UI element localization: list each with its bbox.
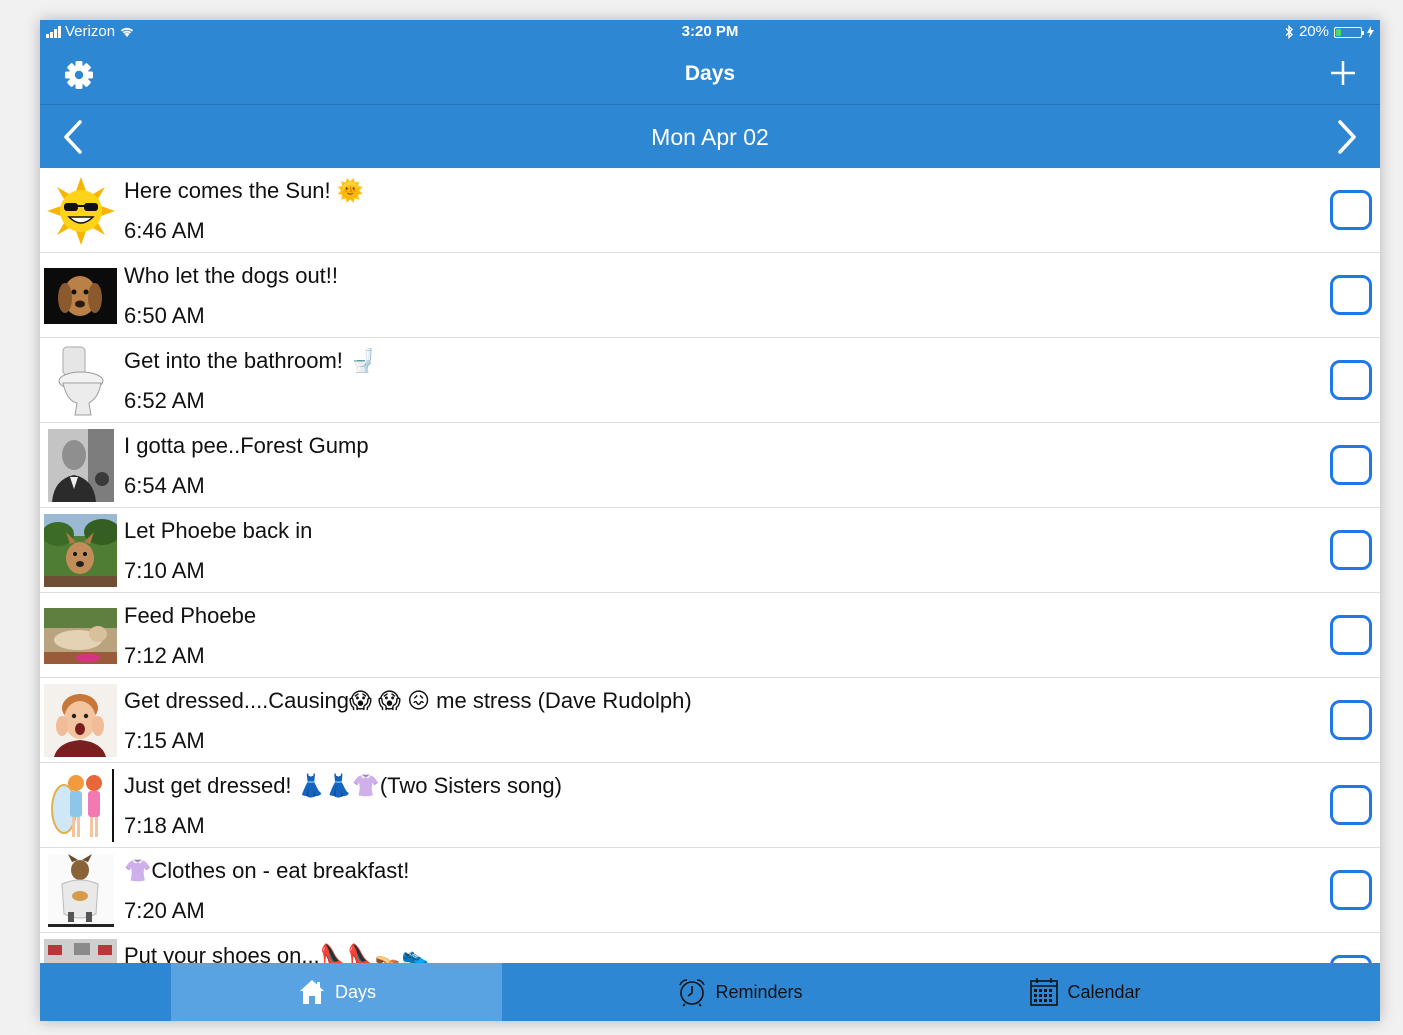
task-title: Get into the bathroom! 🚽 xyxy=(124,348,377,373)
status-bar: Verizon 3:20 PM 20% xyxy=(40,20,1380,44)
app-window: Verizon 3:20 PM 20% Days Mon Apr 02 Here… xyxy=(40,20,1380,1021)
task-title: I gotta pee..Forest Gump xyxy=(124,433,369,458)
list-item[interactable]: Get into the bathroom! 🚽 6:52 AM xyxy=(40,338,1380,423)
tab-days[interactable]: Days xyxy=(171,963,502,1021)
task-time: 7:20 AM xyxy=(124,898,205,923)
boy-photo xyxy=(44,684,117,757)
task-list[interactable]: Here comes the Sun! 🌞 6:46 AM Who let th… xyxy=(40,168,1380,963)
battery-percent: 20% xyxy=(1298,23,1329,40)
tab-label: Days xyxy=(334,981,376,1002)
list-item[interactable]: Just get dressed! 👗👗👚(Two Sisters song) … xyxy=(40,763,1380,848)
dog-photo xyxy=(44,259,117,332)
list-item[interactable]: Put your shoes on...👠👠👡👟 xyxy=(40,933,1380,963)
charging-icon xyxy=(1367,26,1374,38)
add-icon[interactable] xyxy=(1328,58,1358,88)
task-checkbox[interactable] xyxy=(1330,275,1372,315)
list-item[interactable]: Get dressed....Causing😱 😱 😖 me stress (D… xyxy=(40,678,1380,763)
task-title: Put your shoes on...👠👠👡👟 xyxy=(124,943,430,963)
toilet-icon xyxy=(44,344,117,417)
shoes-photo xyxy=(44,939,117,963)
list-item[interactable]: Who let the dogs out!! 6:50 AM xyxy=(40,253,1380,338)
task-time: 6:54 AM xyxy=(124,473,205,498)
list-item[interactable]: Here comes the Sun! 🌞 6:46 AM xyxy=(40,168,1380,253)
task-title: Who let the dogs out!! xyxy=(124,263,339,288)
dog-photo xyxy=(44,514,117,587)
task-title: 👚Clothes on - eat breakfast! xyxy=(124,858,410,883)
battery-icon xyxy=(1334,26,1364,38)
nav-bar: Days xyxy=(40,44,1380,105)
list-item[interactable]: Feed Phoebe 7:12 AM xyxy=(40,593,1380,678)
sisters-drawing xyxy=(44,769,117,842)
task-time: 7:12 AM xyxy=(124,643,205,668)
task-checkbox[interactable] xyxy=(1330,190,1372,230)
task-checkbox[interactable] xyxy=(1330,870,1372,910)
task-title: Just get dressed! 👗👗👚(Two Sisters song) xyxy=(124,773,562,798)
task-checkbox[interactable] xyxy=(1330,785,1372,825)
calendar-icon xyxy=(1030,978,1059,1006)
tab-label: Reminders xyxy=(715,981,803,1002)
tab-reminders[interactable]: Reminders xyxy=(590,963,890,1021)
task-time: 6:46 AM xyxy=(124,218,205,243)
dog-shirt-photo xyxy=(44,854,117,927)
task-title: Here comes the Sun! 🌞 xyxy=(124,178,365,203)
alarm-clock-icon xyxy=(679,979,706,1007)
task-checkbox[interactable] xyxy=(1330,700,1372,740)
chevron-right-icon[interactable] xyxy=(1332,119,1362,155)
tab-label: Calendar xyxy=(1067,981,1141,1002)
man-photo xyxy=(44,429,117,502)
task-checkbox[interactable] xyxy=(1330,360,1372,400)
list-item[interactable]: 👚Clothes on - eat breakfast! 7:20 AM xyxy=(40,848,1380,933)
list-item[interactable]: Let Phoebe back in 7:10 AM xyxy=(40,508,1380,593)
task-time: 6:52 AM xyxy=(124,388,205,413)
task-time: 7:15 AM xyxy=(124,728,205,753)
tab-calendar[interactable]: Calendar xyxy=(970,963,1200,1021)
tab-bar: Days Reminders Calendar xyxy=(40,963,1380,1021)
sun-icon xyxy=(44,174,117,247)
task-title: Feed Phoebe xyxy=(124,603,257,628)
task-checkbox[interactable] xyxy=(1330,445,1372,485)
task-checkbox[interactable] xyxy=(1330,615,1372,655)
task-time: 7:10 AM xyxy=(124,558,205,583)
dog-photo xyxy=(44,599,117,672)
list-item[interactable]: I gotta pee..Forest Gump 6:54 AM xyxy=(40,423,1380,508)
page-title: Days xyxy=(684,62,736,85)
task-time: 6:50 AM xyxy=(124,303,205,328)
current-date: Mon Apr 02 xyxy=(651,124,769,150)
date-bar: Mon Apr 02 xyxy=(40,105,1380,168)
house-icon xyxy=(299,980,324,1004)
task-title: Let Phoebe back in xyxy=(124,518,313,543)
status-right: 20% xyxy=(1284,20,1374,44)
task-title: Get dressed....Causing😱 😱 😖 me stress (D… xyxy=(124,688,692,713)
task-time: 7:18 AM xyxy=(124,813,205,838)
task-checkbox[interactable] xyxy=(1330,955,1372,963)
bluetooth-icon xyxy=(1285,25,1293,39)
status-time: 3:20 PM xyxy=(681,23,739,40)
task-checkbox[interactable] xyxy=(1330,530,1372,570)
